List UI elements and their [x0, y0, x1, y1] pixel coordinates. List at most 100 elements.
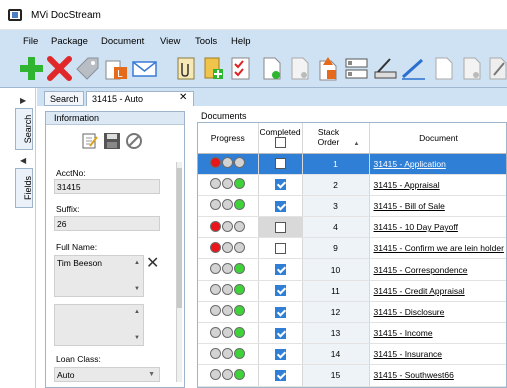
- document-link[interactable]: 31415 - Application: [374, 159, 446, 169]
- document-upload-icon[interactable]: [315, 55, 342, 82]
- document-link[interactable]: 31415 - 10 Day Payoff: [374, 222, 458, 232]
- document-cell: 31415 - 10 Day Payoff: [369, 216, 506, 239]
- column-progress[interactable]: Progress: [198, 123, 259, 154]
- completed-checkbox[interactable]: [274, 285, 286, 297]
- document-link[interactable]: 31415 - Income: [374, 328, 433, 338]
- completed-checkbox[interactable]: [274, 370, 286, 382]
- document-link[interactable]: 31415 - Disclosure: [374, 307, 445, 317]
- completed-checkbox[interactable]: [274, 306, 286, 318]
- table-row[interactable]: 2 31415 - Appraisal: [198, 174, 506, 196]
- attach-icon[interactable]: [172, 55, 199, 82]
- folder-add-icon[interactable]: [200, 55, 227, 82]
- table-row[interactable]: 14 31415 - Insurance: [198, 343, 506, 366]
- tab-close-icon[interactable]: ✕: [179, 92, 187, 103]
- secondary-scroll-up-icon[interactable]: ▲: [134, 309, 140, 315]
- progress-dot-green: [234, 368, 246, 380]
- acctno-field[interactable]: 31415: [54, 179, 160, 194]
- column-stack-order[interactable]: Stack Order ▲: [302, 123, 370, 154]
- document-icon[interactable]: [287, 55, 314, 82]
- completed-checkbox[interactable]: [274, 221, 286, 233]
- secondary-name-field[interactable]: ▲ ▼: [54, 304, 144, 346]
- info-scrollbar[interactable]: [176, 162, 182, 382]
- menu-file[interactable]: File: [23, 36, 38, 47]
- column-completed[interactable]: Completed: [258, 123, 303, 154]
- new-document-icon[interactable]: [259, 55, 286, 82]
- completed-checkbox[interactable]: [274, 348, 286, 360]
- edit-record-icon[interactable]: [81, 132, 99, 150]
- save-icon[interactable]: [103, 132, 121, 150]
- page-icon[interactable]: [458, 55, 485, 82]
- progress-cell: [198, 153, 259, 175]
- tag-icon[interactable]: [74, 55, 101, 82]
- menu-package[interactable]: Package: [51, 36, 88, 47]
- completed-cell: [258, 216, 303, 239]
- scanner-icon[interactable]: [372, 55, 399, 82]
- menu-help[interactable]: Help: [231, 36, 251, 47]
- document-link[interactable]: 31415 - Insurance: [374, 349, 443, 359]
- fullname-field[interactable]: Tim Beeson ▲ ▼: [54, 255, 144, 297]
- document-link[interactable]: 31415 - Southwest66: [374, 370, 454, 380]
- document-cell: 31415 - Insurance: [369, 343, 506, 366]
- form-icon[interactable]: [343, 55, 370, 82]
- blank-page-icon[interactable]: [430, 55, 457, 82]
- progress-cell: [198, 322, 259, 345]
- add-icon[interactable]: [18, 55, 45, 82]
- signature-icon[interactable]: [400, 55, 427, 82]
- table-row[interactable]: 4 31415 - 10 Day Payoff: [198, 216, 506, 239]
- column-document[interactable]: Document: [369, 123, 506, 154]
- completed-checkbox[interactable]: [274, 158, 286, 170]
- document-link[interactable]: 31415 - Bill of Sale: [374, 201, 445, 211]
- tab-search[interactable]: Search: [44, 91, 84, 106]
- info-scrollbar-thumb[interactable]: [177, 168, 182, 308]
- secondary-scroll-down-icon[interactable]: ▼: [134, 335, 140, 341]
- completed-cell: [258, 174, 303, 196]
- table-row[interactable]: 11 31415 - Credit Appraisal: [198, 280, 506, 302]
- completed-checkbox[interactable]: [274, 179, 286, 191]
- tab-loan[interactable]: 31415 - Auto: [86, 91, 194, 106]
- table-row[interactable]: 3 31415 - Bill of Sale: [198, 195, 506, 218]
- side-tab-search[interactable]: Search: [15, 108, 33, 150]
- cancel-icon[interactable]: [125, 132, 143, 150]
- menu-view[interactable]: View: [160, 36, 180, 47]
- progress-cell: [198, 280, 259, 302]
- package-export-icon[interactable]: L: [103, 55, 130, 82]
- progress-dot-gray: [234, 157, 246, 169]
- progress-dot-gray: [210, 347, 222, 359]
- document-link[interactable]: 31415 - Confirm we are lein holder: [374, 243, 504, 253]
- progress-dot-green: [234, 178, 246, 190]
- document-link[interactable]: 31415 - Appraisal: [374, 180, 440, 190]
- delete-icon[interactable]: [46, 55, 73, 82]
- table-row[interactable]: 15 31415 - Southwest66: [198, 364, 506, 387]
- menu-document[interactable]: Document: [101, 36, 144, 47]
- edit-icon[interactable]: [484, 55, 507, 82]
- fullname-scroll-up-icon[interactable]: ▲: [134, 260, 140, 266]
- document-cell: 31415 - Application: [369, 153, 506, 175]
- completed-checkbox[interactable]: [274, 242, 286, 254]
- suffix-field[interactable]: 26: [54, 216, 160, 231]
- checklist-icon[interactable]: [228, 55, 255, 82]
- fullname-scroll-down-icon[interactable]: ▼: [134, 286, 140, 292]
- table-row[interactable]: 10 31415 - Correspondence: [198, 258, 506, 281]
- loanclass-select[interactable]: Auto ▼: [54, 367, 160, 382]
- document-link[interactable]: 31415 - Correspondence: [374, 265, 468, 275]
- completed-checkbox[interactable]: [274, 327, 286, 339]
- select-all-checkbox[interactable]: [274, 137, 286, 149]
- completed-checkbox[interactable]: [274, 200, 286, 212]
- information-header: Information: [46, 112, 184, 125]
- progress-dot-gray: [222, 157, 234, 169]
- table-row[interactable]: 9 31415 - Confirm we are lein holder: [198, 237, 506, 260]
- table-row[interactable]: 1 31415 - Application: [198, 153, 506, 175]
- table-row[interactable]: 12 31415 - Disclosure: [198, 301, 506, 324]
- menu-tools[interactable]: Tools: [195, 36, 217, 47]
- document-link[interactable]: 31415 - Credit Appraisal: [374, 286, 465, 296]
- side-tab-fields[interactable]: Fields: [15, 168, 33, 208]
- clear-fullname-icon[interactable]: ✕: [146, 256, 159, 272]
- completed-cell: [258, 343, 303, 366]
- completed-cell: [258, 280, 303, 302]
- completed-checkbox[interactable]: [274, 264, 286, 276]
- email-icon[interactable]: [131, 55, 158, 82]
- progress-dot-green: [234, 305, 246, 317]
- table-row[interactable]: 13 31415 - Income: [198, 322, 506, 345]
- progress-cell: [198, 216, 259, 239]
- chevron-down-icon: ▼: [148, 371, 155, 378]
